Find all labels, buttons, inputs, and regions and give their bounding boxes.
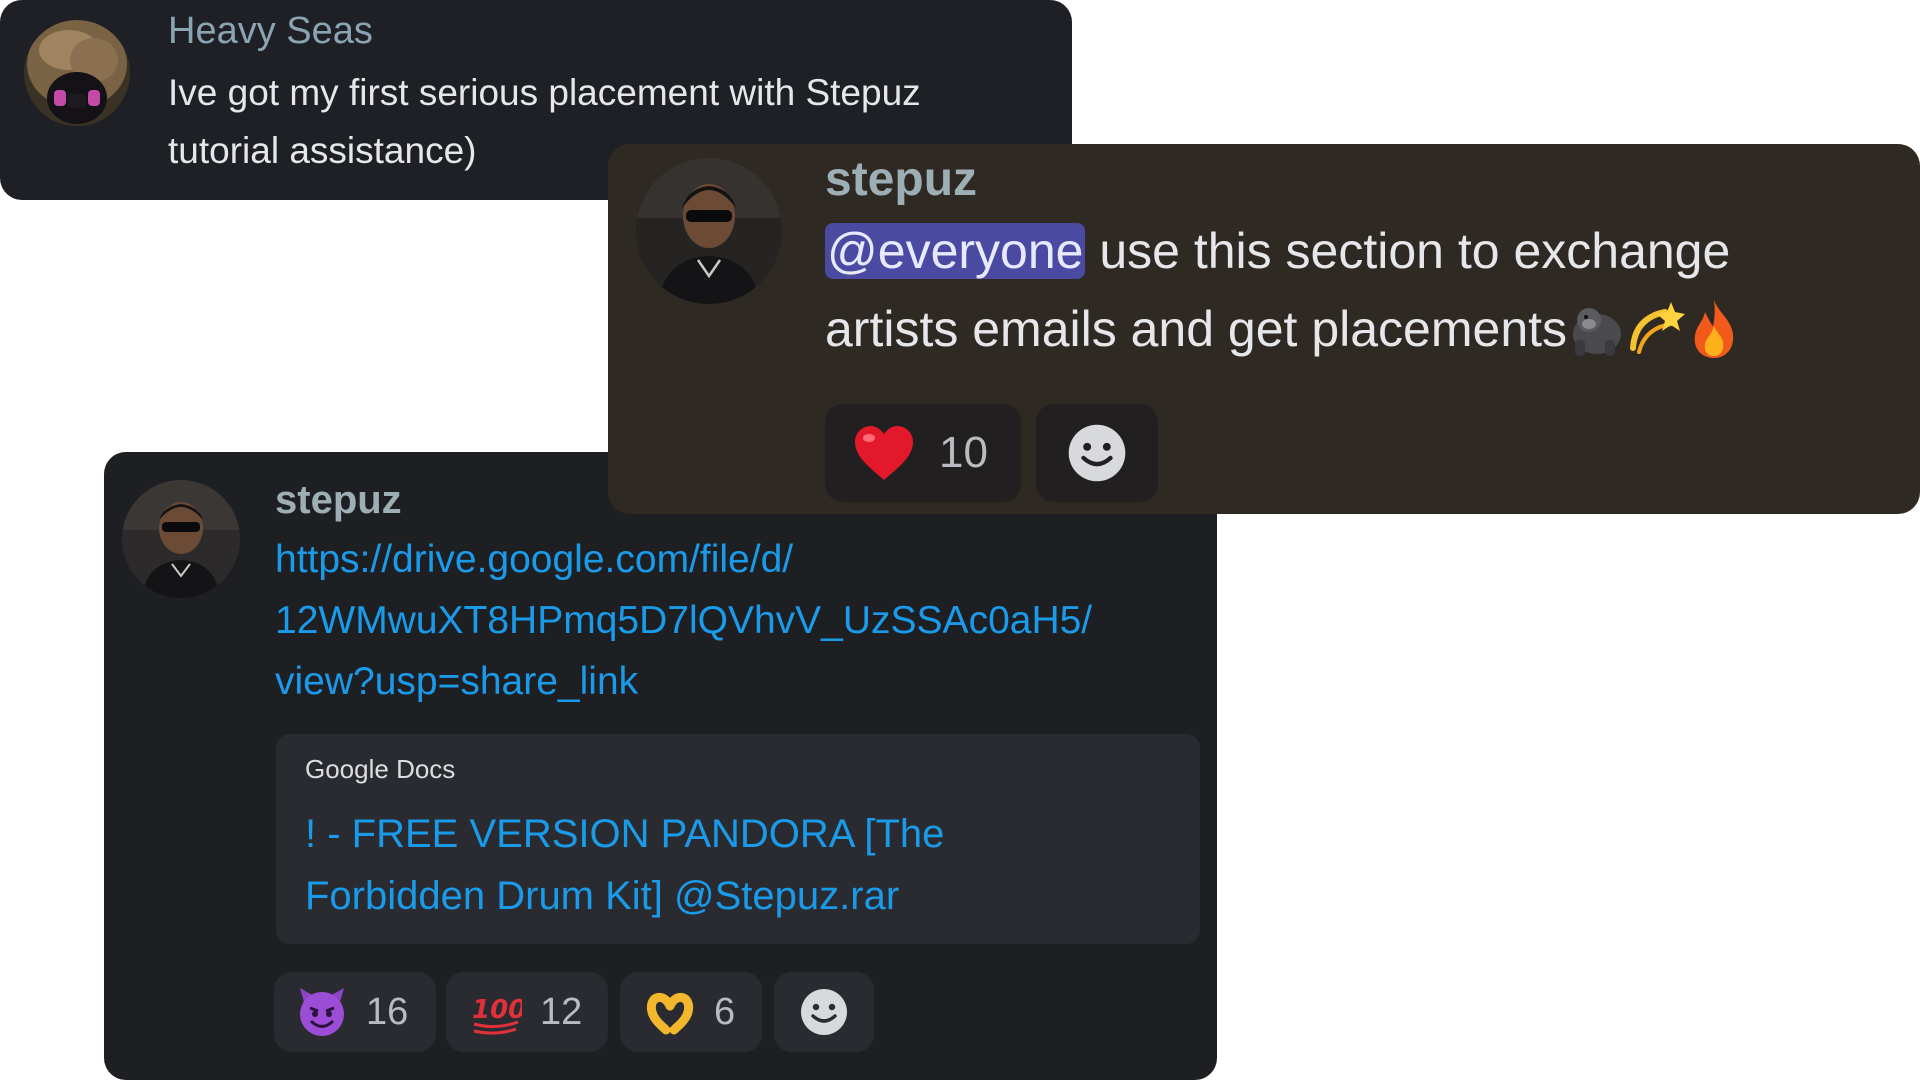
reaction-count: 12 (540, 990, 583, 1033)
message-text-line-1: @everyone use this section to exchange (825, 222, 1730, 280)
link-embed: Google Docs ! - FREE VERSION PANDORA [Th… (276, 734, 1200, 944)
drive-link-line-3[interactable]: view?usp=share_link (275, 660, 638, 704)
reaction-heart-hands[interactable]: 6 (620, 972, 762, 1052)
avatar-image (122, 480, 240, 598)
reaction-heart[interactable]: 10 (825, 404, 1021, 502)
reaction-smiling-imp[interactable]: 16 (274, 972, 436, 1052)
username[interactable]: stepuz (825, 152, 977, 207)
message-announcement: stepuz @everyone use this section to exc… (608, 144, 1920, 514)
embed-title-line-1[interactable]: ! - FREE VERSION PANDORA [The (305, 812, 944, 857)
message-text: use this section to exchange (1085, 223, 1731, 279)
reaction-count: 6 (714, 990, 736, 1033)
message-text: artists emails and get placements (825, 301, 1568, 357)
avatar[interactable] (636, 158, 782, 304)
reaction-count: 10 (939, 428, 988, 477)
username[interactable]: stepuz (275, 478, 402, 523)
reaction-hundred-points[interactable]: 100 12 (446, 972, 608, 1052)
drive-link-line-2[interactable]: 12WMwuXT8HPmq5D7lQVhvV_UzSSAc0aH5/ (275, 599, 1092, 643)
everyone-mention[interactable]: @everyone (825, 223, 1086, 279)
hundred-points-emoji: 100 (472, 995, 522, 1035)
message-text-line-1: Ive got my first serious placement with … (168, 72, 921, 113)
embed-provider[interactable]: Google Docs (305, 754, 455, 785)
add-reaction-button[interactable] (1036, 404, 1158, 502)
avatar[interactable] (24, 20, 130, 126)
heart-emoji (855, 426, 913, 480)
avatar-image (24, 20, 130, 126)
reaction-count: 16 (366, 990, 409, 1033)
message-text-line-2: tutorial assistance) (168, 130, 477, 171)
dizzy-emoji (1630, 302, 1686, 354)
drive-link-line-1[interactable]: https://drive.google.com/file/d/ (275, 538, 793, 582)
smiling-imp-emoji (300, 988, 344, 1036)
add-reaction-button[interactable] (774, 972, 874, 1052)
svg-text:100: 100 (472, 995, 522, 1025)
embed-title-line-2[interactable]: Forbidden Drum Kit] @Stepuz.rar (305, 874, 899, 919)
heart-hands-emoji (646, 993, 694, 1035)
username[interactable]: Heavy Seas (168, 10, 373, 53)
add-reaction-icon (1068, 424, 1126, 482)
avatar-image (636, 158, 782, 304)
avatar[interactable] (122, 480, 240, 598)
gorilla-emoji (1573, 308, 1622, 356)
fire-emoji (1694, 300, 1734, 358)
message-drive-link: stepuz https://drive.google.com/file/d/ … (104, 452, 1217, 1080)
add-reaction-icon (801, 989, 847, 1035)
message-text-line-2: artists emails and get placements (825, 298, 1741, 360)
